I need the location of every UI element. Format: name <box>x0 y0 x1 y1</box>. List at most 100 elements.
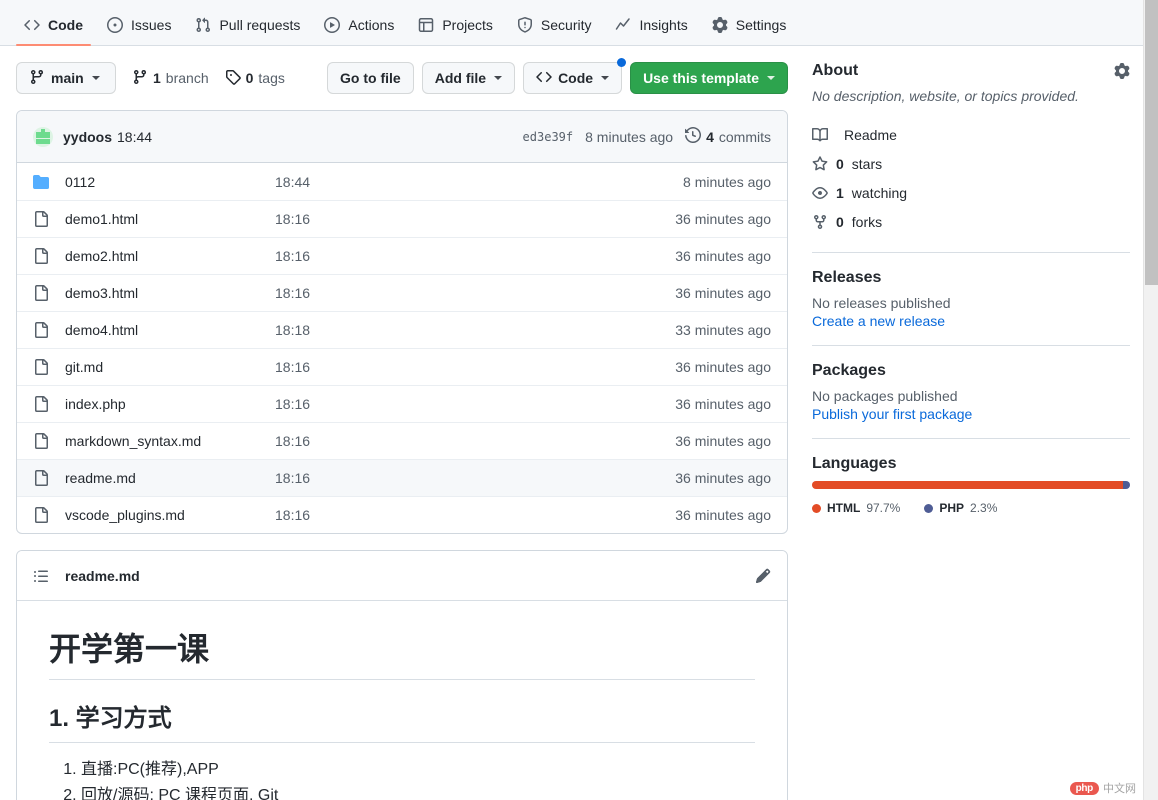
file-list-box: yydoos 18:44 ed3e39f 8 minutes ago 4 com… <box>16 110 788 534</box>
file-commit-age: 33 minutes ago <box>675 322 771 338</box>
commits-count-link[interactable]: 4 commits <box>685 126 771 146</box>
file-icon <box>33 322 49 338</box>
nav-tab-security-label: Security <box>540 17 592 33</box>
language-name: PHP <box>939 501 965 515</box>
file-commit-message[interactable]: 18:44 <box>275 174 683 190</box>
file-row[interactable]: demo2.html 18:16 36 minutes ago <box>17 237 787 274</box>
create-release-link[interactable]: Create a new release <box>812 313 945 329</box>
file-commit-message[interactable]: 18:16 <box>275 433 675 449</box>
file-icon <box>33 211 49 227</box>
nav-tab-settings[interactable]: Settings <box>704 17 795 45</box>
publish-package-link[interactable]: Publish your first package <box>812 406 972 422</box>
releases-empty-text: No releases published <box>812 295 951 311</box>
file-row[interactable]: demo3.html 18:16 36 minutes ago <box>17 274 787 311</box>
file-name[interactable]: demo1.html <box>65 211 275 227</box>
play-icon <box>324 17 341 33</box>
readme-h2: 1. 学习方式 <box>49 704 755 743</box>
file-commit-message[interactable]: 18:16 <box>275 211 675 227</box>
book-icon <box>812 127 828 143</box>
code-button[interactable]: Code <box>523 62 623 94</box>
sidebar: About No description, website, or topics… <box>812 62 1130 784</box>
about-link-readme[interactable]: Readme <box>812 120 1130 149</box>
about-link-forks[interactable]: 0 forks <box>812 207 1130 236</box>
about-link-stars-strong: 0 <box>836 155 844 172</box>
avatar[interactable] <box>33 126 53 147</box>
file-row[interactable]: 0112 18:44 8 minutes ago <box>17 163 787 200</box>
file-commit-message[interactable]: 18:16 <box>275 359 675 375</box>
nav-tab-projects-label: Projects <box>442 17 493 33</box>
use-this-template-button[interactable]: Use this template <box>630 62 788 94</box>
nav-tab-security[interactable]: Security <box>509 17 600 45</box>
about-link-stars[interactable]: 0 stars <box>812 149 1130 178</box>
language-percent: 97.7% <box>866 501 901 515</box>
add-file-button[interactable]: Add file <box>421 62 516 94</box>
file-commit-message[interactable]: 18:16 <box>275 507 675 523</box>
nav-tab-issues[interactable]: Issues <box>99 17 179 45</box>
readme-list-item: 直播:PC(推荐),APP <box>81 757 755 783</box>
language-legend-item[interactable]: PHP 2.3% <box>924 501 997 515</box>
main-column: main 1 branch 0 tags Go to file Add file… <box>16 58 788 800</box>
file-name[interactable]: git.md <box>65 359 275 375</box>
commit-sha[interactable]: ed3e39f <box>523 130 574 144</box>
file-commit-message[interactable]: 18:16 <box>275 285 675 301</box>
watermark-text: 中文网 <box>1103 783 1136 795</box>
about-link-forks-strong: 0 <box>836 213 844 230</box>
file-name[interactable]: index.php <box>65 396 275 412</box>
scrollbar-thumb[interactable] <box>1145 0 1158 285</box>
page-scrollbar[interactable] <box>1143 0 1158 800</box>
file-row[interactable]: demo4.html 18:18 33 minutes ago <box>17 311 787 348</box>
list-unordered-icon[interactable] <box>33 568 49 584</box>
file-name[interactable]: demo4.html <box>65 322 275 338</box>
file-name[interactable]: demo3.html <box>65 285 275 301</box>
file-row[interactable]: vscode_plugins.md 18:16 36 minutes ago <box>17 496 787 533</box>
divider <box>812 252 1130 253</box>
nav-tab-insights[interactable]: Insights <box>607 17 695 45</box>
language-bar-segment[interactable] <box>812 481 1123 489</box>
commit-author[interactable]: yydoos <box>63 129 112 145</box>
nav-tab-code[interactable]: Code <box>16 17 91 46</box>
file-name[interactable]: 0112 <box>65 174 275 190</box>
readme-filename: readme.md <box>65 567 140 584</box>
fork-icon <box>812 214 828 230</box>
branch-count-link[interactable]: 1 branch <box>132 69 209 88</box>
go-to-file-button[interactable]: Go to file <box>327 62 414 94</box>
nav-tab-projects[interactable]: Projects <box>410 17 501 45</box>
about-link-watching[interactable]: 1 watching <box>812 178 1130 207</box>
commit-meta: ed3e39f 8 minutes ago 4 commits <box>523 126 771 146</box>
folder-icon <box>33 174 49 190</box>
tag-count-link[interactable]: 0 tags <box>225 69 285 88</box>
language-legend-item[interactable]: HTML 97.7% <box>812 501 900 515</box>
page-body: main 1 branch 0 tags Go to file Add file… <box>0 46 1158 800</box>
file-name[interactable]: markdown_syntax.md <box>65 433 275 449</box>
file-name[interactable]: demo2.html <box>65 248 275 264</box>
tag-count-value: 0 <box>245 70 254 86</box>
about-link-stars-label: stars <box>851 155 883 172</box>
file-name[interactable]: readme.md <box>65 470 275 486</box>
nav-tab-issues-label: Issues <box>131 17 172 33</box>
pencil-icon[interactable] <box>755 568 771 584</box>
nav-tab-actions-label: Actions <box>348 17 395 33</box>
file-row[interactable]: readme.md 18:16 36 minutes ago <box>17 459 787 496</box>
file-row[interactable]: demo1.html 18:16 36 minutes ago <box>17 200 787 237</box>
nav-tab-actions[interactable]: Actions <box>316 17 402 45</box>
gear-icon[interactable] <box>1114 63 1130 79</box>
file-commit-message[interactable]: 18:16 <box>275 470 675 486</box>
repository-nav: Code Issues Pull requests Actions Projec… <box>0 0 1158 46</box>
file-row[interactable]: index.php 18:16 36 minutes ago <box>17 385 787 422</box>
file-row[interactable]: markdown_syntax.md 18:16 36 minutes ago <box>17 422 787 459</box>
file-name[interactable]: vscode_plugins.md <box>65 507 275 523</box>
commits-count-label: commits <box>718 128 771 145</box>
shield-icon <box>517 17 533 33</box>
file-commit-message[interactable]: 18:18 <box>275 322 675 338</box>
file-commit-message[interactable]: 18:16 <box>275 396 675 412</box>
language-bar-segment[interactable] <box>1122 481 1130 489</box>
add-file-label: Add file <box>434 70 487 86</box>
divider <box>812 345 1130 346</box>
nav-tab-pull-requests[interactable]: Pull requests <box>187 17 308 45</box>
chevron-down-icon <box>91 76 100 80</box>
file-commit-message[interactable]: 18:16 <box>275 248 675 264</box>
watermark: php 中文网 <box>1069 780 1136 796</box>
branch-selector-button[interactable]: main <box>16 62 116 94</box>
commit-message[interactable]: 18:44 <box>117 129 152 145</box>
file-row[interactable]: git.md 18:16 36 minutes ago <box>17 348 787 385</box>
